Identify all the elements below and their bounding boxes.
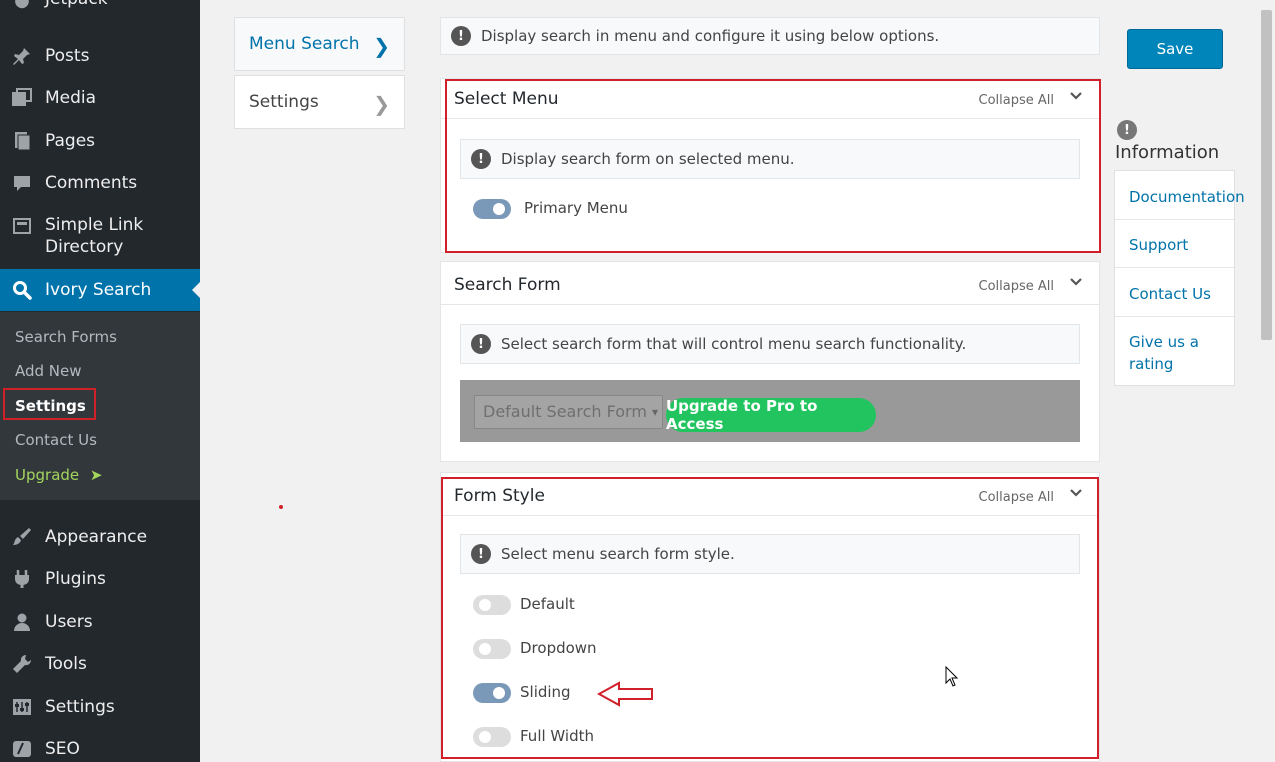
panel-title: Search Form [454, 275, 561, 295]
information-icon: ! [1117, 120, 1137, 140]
upgrade-to-pro-button[interactable]: Upgrade to Pro to Access [666, 397, 876, 433]
contact-us-link[interactable]: Contact Us [1129, 283, 1259, 305]
collapse-all-link[interactable]: Collapse All [979, 279, 1055, 294]
primary-menu-toggle[interactable] [473, 199, 511, 219]
style-full-width-toggle[interactable] [473, 727, 511, 747]
info-icon: ! [451, 26, 471, 46]
select-menu-notice: ! Display search form on selected menu. [460, 139, 1080, 179]
sidebar-item-plugins[interactable]: Plugins [0, 567, 200, 591]
sidebar-item-posts[interactable]: Posts [0, 44, 200, 68]
panel-title: Form Style [454, 486, 545, 506]
sidebar-item-seo[interactable]: SEO [0, 737, 200, 761]
sidebar-item-ivory-search[interactable]: Ivory Search [0, 269, 200, 311]
information-title: Information [1115, 142, 1220, 163]
wrench-icon [10, 652, 34, 676]
style-sliding-toggle[interactable] [473, 683, 511, 703]
info-icon: ! [471, 149, 491, 169]
top-notice: ! Display search in menu and configure i… [440, 17, 1100, 55]
sidebar-item-simple-link-directory[interactable]: Simple Link Directory [0, 214, 200, 260]
admin-sidebar: ● Jetpack Posts Media Pages Comments Sim… [0, 0, 200, 762]
submenu-upgrade[interactable]: Upgrade ➤ [15, 465, 103, 485]
media-icon [10, 86, 34, 110]
stray-dot [279, 505, 283, 509]
sidebar-item-appearance[interactable]: Appearance [0, 525, 200, 549]
submenu-contact-us[interactable]: Contact Us [15, 430, 97, 450]
information-links: Documentation Support Contact Us Give us… [1114, 170, 1245, 386]
tab-settings[interactable]: Settings ❯ [234, 75, 405, 129]
panel-header[interactable]: Select Menu Collapse All [441, 79, 1099, 119]
info-icon: ! [471, 334, 491, 354]
collapse-all-link[interactable]: Collapse All [979, 93, 1055, 108]
submenu-add-new[interactable]: Add New [15, 361, 82, 381]
comment-icon [10, 171, 34, 195]
pages-icon [10, 129, 34, 153]
submenu-search-forms[interactable]: Search Forms [15, 327, 117, 347]
collapse-all-link[interactable]: Collapse All [979, 490, 1055, 505]
form-style-panel: Form Style Collapse All [440, 472, 1100, 762]
annotation-arrow-icon [596, 681, 655, 711]
scrollbar[interactable] [1258, 0, 1275, 762]
sidebar-item-media[interactable]: Media [0, 86, 200, 110]
sidebar-item-comments[interactable]: Comments [0, 171, 200, 195]
tab-menu-search[interactable]: Menu Search ❯ [234, 17, 405, 71]
chevron-down-icon[interactable] [1069, 275, 1083, 293]
panel-header[interactable]: Form Style Collapse All [441, 473, 1099, 516]
sidebar-item-users[interactable]: Users [0, 610, 200, 634]
sidebar-item-settings[interactable]: Settings [0, 695, 200, 719]
brush-icon [10, 525, 34, 549]
scrollbar-thumb[interactable] [1261, 10, 1272, 340]
search-form-select[interactable]: Default Search Form ▾ [474, 395, 663, 429]
select-arrow-icon: ▾ [651, 405, 658, 419]
form-style-notice: ! Select menu search form style. [460, 534, 1080, 574]
support-link[interactable]: Support [1129, 234, 1259, 256]
pushpin-icon [10, 44, 34, 68]
chevron-right-icon: ❯ [373, 34, 390, 58]
panel-title: Select Menu [454, 89, 559, 109]
sidebar-item-pages[interactable]: Pages [0, 129, 200, 153]
style-sliding-label: Sliding [520, 683, 571, 701]
user-icon [10, 610, 34, 634]
active-indicator [192, 282, 200, 298]
mouse-cursor-icon [945, 665, 959, 692]
primary-menu-label: Primary Menu [524, 199, 628, 217]
settings-icon [10, 695, 34, 719]
sidebar-item-tools[interactable]: Tools [0, 652, 200, 676]
documentation-link[interactable]: Documentation [1129, 186, 1259, 208]
panel-header[interactable]: Search Form Collapse All [441, 262, 1099, 305]
style-full-width-label: Full Width [520, 727, 594, 745]
directory-icon [10, 214, 34, 238]
search-form-notice: ! Select search form that will control m… [460, 324, 1080, 364]
sidebar-item-jetpack[interactable]: ● Jetpack [0, 0, 200, 12]
style-default-toggle[interactable] [473, 595, 511, 615]
style-dropdown-label: Dropdown [520, 639, 597, 657]
style-dropdown-toggle[interactable] [473, 639, 511, 659]
settings-highlight-box [3, 388, 96, 420]
style-default-label: Default [520, 595, 575, 613]
give-rating-link[interactable]: Give us a rating [1129, 331, 1229, 375]
seo-icon [10, 737, 34, 761]
plugin-icon [10, 567, 34, 591]
info-icon: ! [471, 544, 491, 564]
chevron-down-icon[interactable] [1069, 89, 1083, 107]
upgrade-arrow-icon: ➤ [89, 466, 103, 484]
chevron-down-icon[interactable] [1069, 486, 1083, 504]
save-button[interactable]: Save [1127, 29, 1223, 69]
search-icon [10, 278, 34, 302]
chevron-right-icon: ❯ [373, 92, 390, 116]
jetpack-icon: ● [14, 0, 30, 11]
